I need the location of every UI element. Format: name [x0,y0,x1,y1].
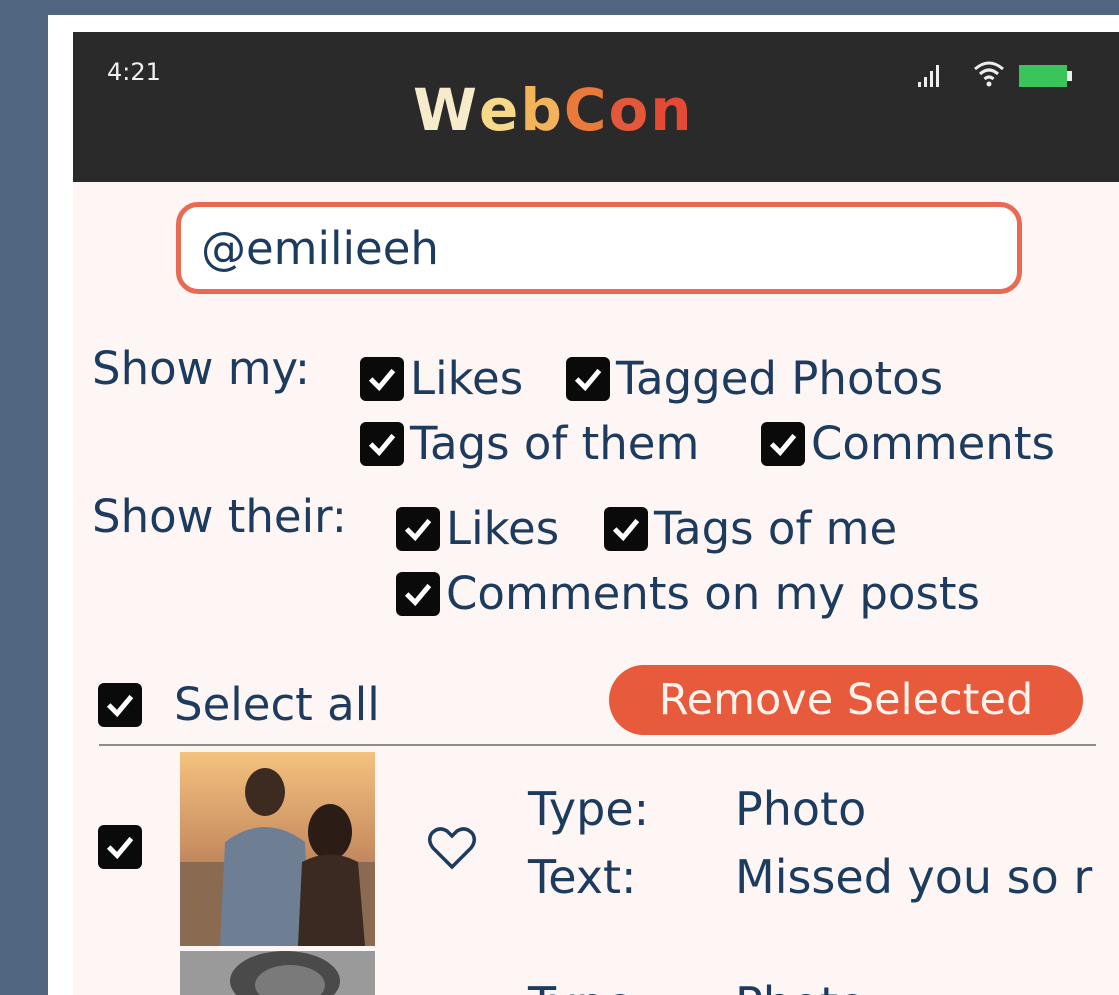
filter-their-comments-on-my-posts[interactable]: Comments on my posts [396,567,980,620]
photo-thumbnail[interactable] [180,951,375,995]
battery-icon [1019,65,1072,87]
checkbox-checked-icon [761,421,805,466]
wifi-icon [974,61,1004,87]
item-text-value: Missed you so r [735,850,1093,904]
search-input[interactable] [201,217,991,279]
item-type-value: Photo [735,782,867,836]
status-bar: 4:21 WebCon [73,32,1119,182]
filter-their-likes[interactable]: Likes [396,502,559,555]
checkbox-checked-icon [604,506,648,551]
filter-their-tags-of-me-label: Tags of me [654,502,898,555]
item-text-label: Text: [528,850,637,904]
filter-my-tags-of-them-label: Tags of them [410,417,700,470]
filter-my-likes[interactable]: Likes [360,352,523,405]
filter-my-tagged-photos[interactable]: Tagged Photos [566,352,943,405]
phone-screen: 4:21 WebCon @emilieeh Show my: Likes Tag… [73,32,1119,995]
checkbox-checked-icon [396,571,440,616]
filter-my-tagged-photos-label: Tagged Photos [616,352,944,405]
search-field [176,202,1022,294]
filter-their-comments-label: Comments on my posts [446,567,980,620]
device-frame: 4:21 WebCon @emilieeh Show my: Likes Tag… [48,15,1119,995]
select-all-label: Select all [174,678,380,731]
divider [99,744,1096,746]
item-type-value: Photo [735,977,866,995]
filter-my-likes-label: Likes [410,352,524,405]
photo-thumbnail[interactable] [180,752,375,946]
checkbox-checked-icon [98,682,142,727]
item-type-label: Type: [528,782,650,836]
filter-my-comments-label: Comments [811,417,1055,470]
signal-icon [918,65,939,87]
show-their-label: Show their: [92,490,347,543]
show-my-label: Show my: [92,342,311,395]
app-logo: WebCon [413,76,694,144]
checkbox-checked-icon [98,825,142,869]
checkbox-checked-icon [396,506,440,551]
heart-icon[interactable] [427,825,477,871]
filter-my-tags-of-them[interactable]: Tags of them [360,417,699,470]
checkbox-checked-icon [566,356,610,401]
filter-their-tags-of-me[interactable]: Tags of me [604,502,897,555]
select-all-checkbox[interactable]: Select all [98,678,380,731]
status-time: 4:21 [107,58,161,86]
item-type-label: Type: [528,977,649,995]
remove-selected-button[interactable]: Remove Selected [609,665,1083,735]
filter-their-likes-label: Likes [446,502,560,555]
checkbox-checked-icon [360,421,404,466]
filter-my-comments[interactable]: Comments [761,417,1055,470]
checkbox-checked-icon [360,356,404,401]
item-checkbox[interactable] [98,825,142,869]
